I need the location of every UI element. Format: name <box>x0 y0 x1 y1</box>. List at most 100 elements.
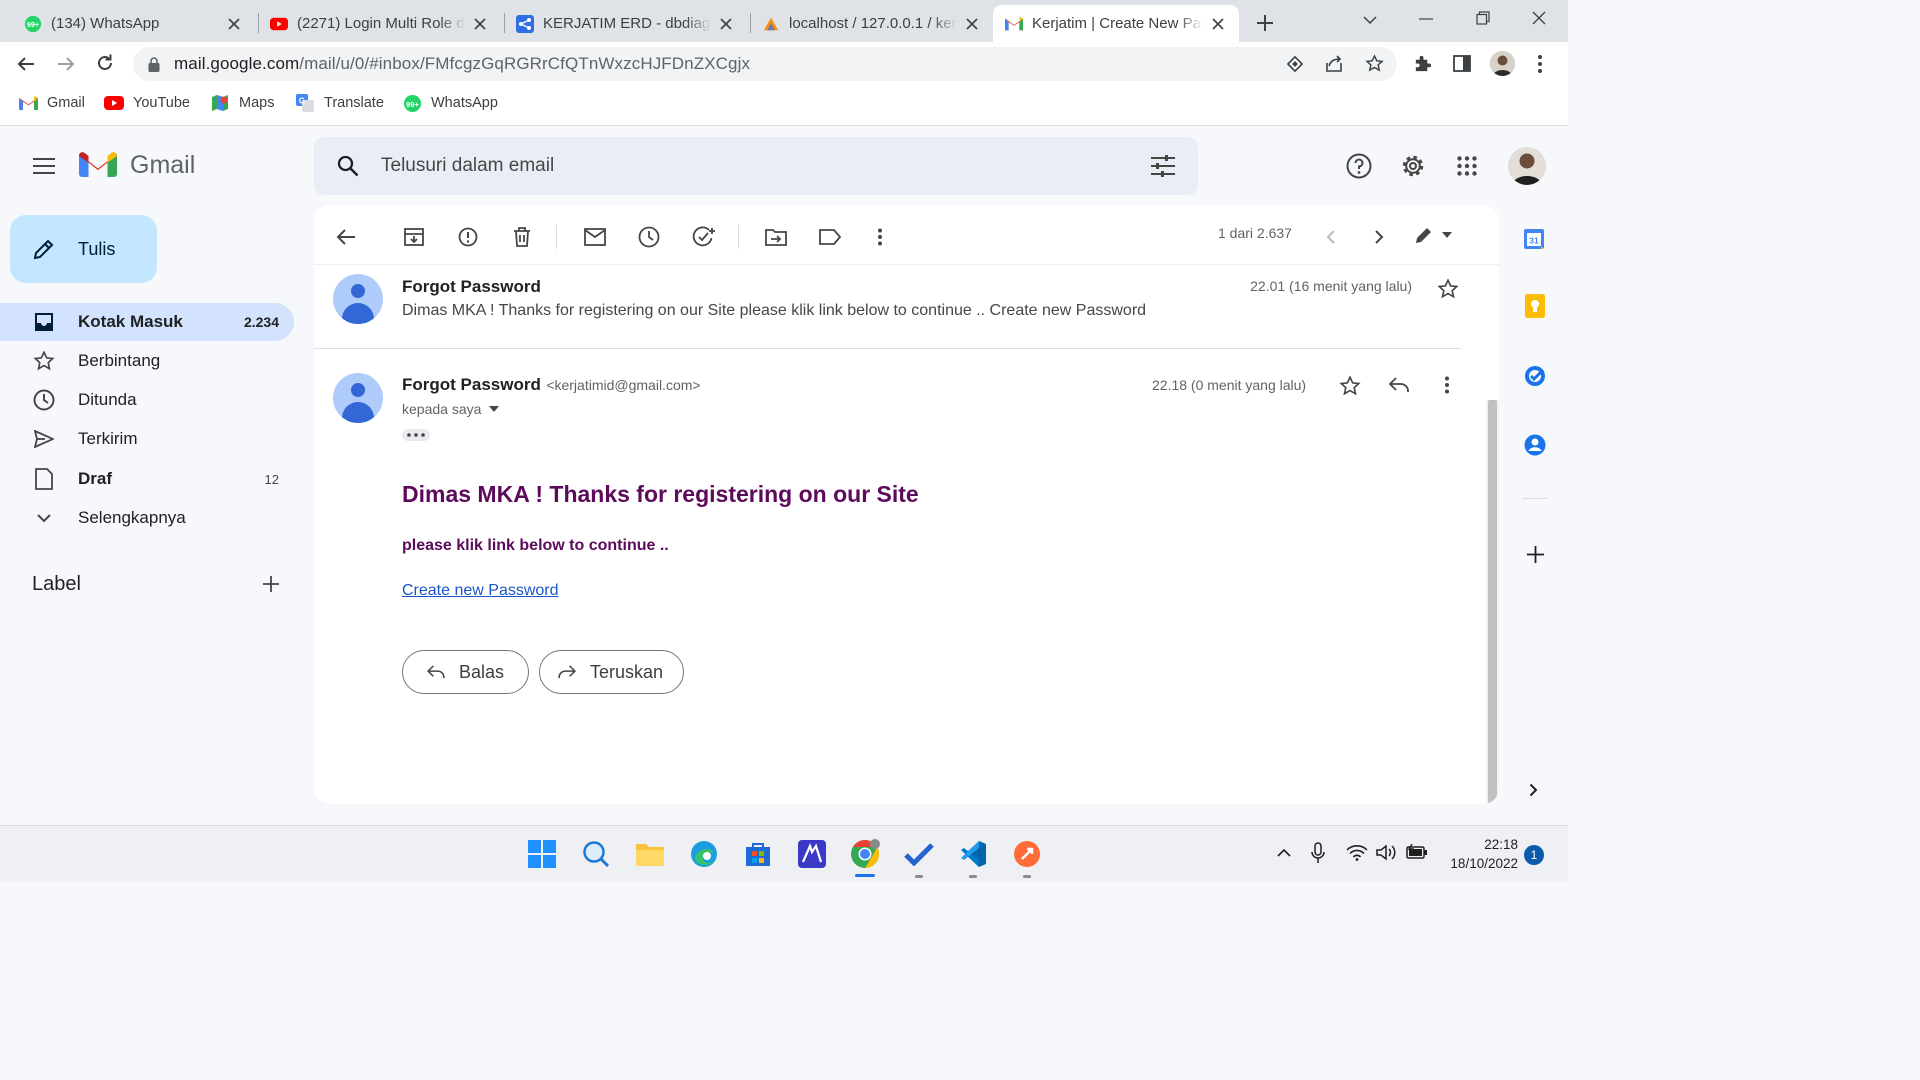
edge-button[interactable] <box>688 838 720 870</box>
address-bar[interactable]: mail.google.com/mail/u/0/#inbox/FMfcgzGq… <box>133 47 1397 81</box>
volume-button[interactable] <box>1376 844 1398 861</box>
minimize-button[interactable] <box>1419 18 1433 20</box>
add-to-tasks-button[interactable] <box>692 225 716 249</box>
bookmark-youtube[interactable]: YouTube <box>104 95 190 111</box>
close-icon[interactable] <box>225 15 243 33</box>
message-more-button[interactable] <box>1444 376 1450 394</box>
get-addons-button[interactable] <box>1527 546 1544 563</box>
bookmark-whatsapp[interactable]: 99+ WhatsApp <box>402 94 498 112</box>
new-tab-button[interactable] <box>1252 10 1278 36</box>
search-bar[interactable]: Telusuri dalam email <box>314 137 1198 195</box>
show-trimmed-button[interactable] <box>402 429 430 441</box>
keep-button[interactable] <box>1525 294 1545 318</box>
nav-item-inbox[interactable]: Kotak Masuk 2.234 <box>0 303 294 341</box>
nav-item-sent[interactable]: Terkirim <box>0 420 294 458</box>
back-to-inbox-button[interactable] <box>334 225 358 249</box>
scrollbar-track[interactable] <box>1486 400 1499 804</box>
profile-avatar[interactable] <box>1490 51 1515 76</box>
tab-search-button[interactable] <box>1362 12 1378 28</box>
taskbar-search-button[interactable] <box>580 838 612 870</box>
battery-button[interactable] <box>1406 844 1428 860</box>
recipient-details-button[interactable]: kepada saya <box>402 401 500 417</box>
collapsed-message[interactable]: Forgot Password 22.01 (16 menit yang lal… <box>314 265 1461 349</box>
bookmark-maps[interactable]: Maps <box>210 95 274 111</box>
star-button[interactable] <box>1437 278 1459 300</box>
vscode-button[interactable] <box>957 838 989 870</box>
delete-button[interactable] <box>510 225 534 249</box>
tab-whatsapp[interactable]: 99+ (134) WhatsApp <box>12 5 255 42</box>
bookmark-star-button[interactable] <box>1365 54 1384 73</box>
report-spam-button[interactable] <box>456 225 480 249</box>
support-button[interactable] <box>1346 153 1372 179</box>
install-app-button[interactable] <box>1286 55 1304 73</box>
back-button[interactable] <box>16 54 36 74</box>
calendar-button[interactable]: 31 <box>1523 228 1545 250</box>
start-button[interactable] <box>526 838 558 870</box>
reload-button[interactable] <box>95 53 115 73</box>
reply-icon-button[interactable] <box>1389 377 1409 393</box>
more-actions-button[interactable] <box>868 225 892 249</box>
chrome-button[interactable] <box>849 838 881 870</box>
contacts-button[interactable] <box>1524 434 1546 456</box>
notification-badge[interactable]: 1 <box>1524 845 1544 865</box>
store-button[interactable] <box>742 838 774 870</box>
extensions-button[interactable] <box>1413 54 1432 73</box>
microphone-button[interactable] <box>1310 842 1326 864</box>
star-button[interactable] <box>1339 375 1361 397</box>
share-button[interactable] <box>1325 55 1344 73</box>
scrollbar-thumb[interactable] <box>1488 400 1497 804</box>
nav-item-drafts[interactable]: Draf 12 <box>0 460 294 498</box>
close-icon[interactable] <box>717 15 735 33</box>
move-to-button[interactable] <box>764 225 788 249</box>
file-explorer-button[interactable] <box>634 838 666 870</box>
account-avatar[interactable] <box>1508 147 1546 185</box>
close-window-button[interactable] <box>1532 11 1546 25</box>
sender-name[interactable]: Forgot Password <box>402 375 541 394</box>
postman-button[interactable] <box>1011 838 1043 870</box>
nav-item-more[interactable]: Selengkapnya <box>0 499 294 537</box>
restore-button[interactable] <box>1476 11 1490 25</box>
nav-item-starred[interactable]: Berbintang <box>0 342 294 380</box>
hide-side-panel-button[interactable] <box>1529 783 1538 797</box>
tray-overflow-button[interactable] <box>1276 848 1292 858</box>
ai-app-button[interactable] <box>796 838 828 870</box>
older-button[interactable] <box>1367 225 1391 249</box>
search-input[interactable]: Telusuri dalam email <box>381 155 554 177</box>
forward-icon <box>558 665 576 679</box>
gmail-logo[interactable]: Gmail <box>79 151 195 180</box>
tab-phpmyadmin[interactable]: localhost / 127.0.0.1 / kerjatim <box>750 5 993 42</box>
labels-button[interactable] <box>818 225 842 249</box>
apps-button[interactable] <box>1457 156 1477 176</box>
close-icon[interactable] <box>1209 15 1227 33</box>
create-label-button[interactable] <box>263 576 279 592</box>
archive-button[interactable] <box>402 225 426 249</box>
todo-button[interactable] <box>903 838 935 870</box>
compose-button[interactable]: Tulis <box>10 215 157 283</box>
settings-button[interactable] <box>1400 153 1426 179</box>
search-options-button[interactable] <box>1151 155 1175 177</box>
reply-button[interactable]: Balas <box>402 650 529 694</box>
close-icon[interactable] <box>963 15 981 33</box>
reply-label: Balas <box>459 661 505 682</box>
tab-youtube[interactable]: (2271) Login Multi Role dengan <box>258 5 501 42</box>
wifi-button[interactable] <box>1346 844 1368 861</box>
forward-button[interactable] <box>56 54 76 74</box>
tab-gmail-active[interactable]: Kerjatim | Create New Password <box>993 5 1239 42</box>
newer-button[interactable] <box>1319 225 1343 249</box>
close-icon[interactable] <box>471 15 489 33</box>
tasks-button[interactable] <box>1524 365 1546 387</box>
clock-area[interactable]: 22:18 18/10/2022 <box>1440 835 1518 873</box>
tab-dbdiagram[interactable]: KERJATIM ERD - dbdiagram <box>504 5 747 42</box>
snooze-button[interactable] <box>637 225 661 249</box>
main-menu-button[interactable] <box>33 158 55 174</box>
chrome-menu-button[interactable] <box>1537 54 1543 74</box>
search-button[interactable] <box>337 155 361 177</box>
side-panel-button[interactable] <box>1453 55 1471 72</box>
bookmark-translate[interactable]: G Translate <box>295 94 384 112</box>
bookmark-gmail[interactable]: Gmail <box>18 95 85 111</box>
mark-unread-button[interactable] <box>583 225 607 249</box>
create-new-password-link[interactable]: Create new Password <box>402 582 559 600</box>
nav-item-snoozed[interactable]: Ditunda <box>0 381 294 419</box>
input-tools-button[interactable] <box>1414 225 1452 245</box>
forward-button[interactable]: Teruskan <box>539 650 684 694</box>
